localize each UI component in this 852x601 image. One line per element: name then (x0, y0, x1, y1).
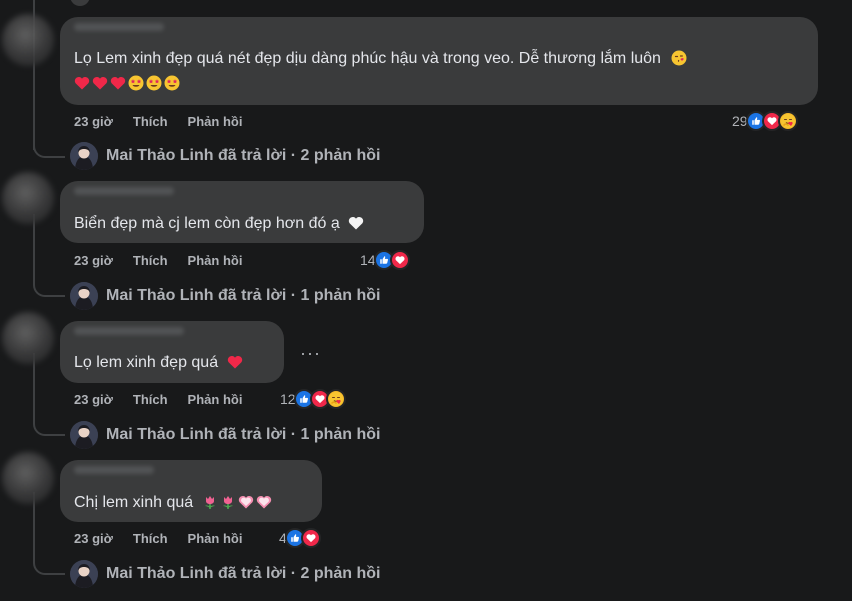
comment-actions: 23 giờ Thích Phản hồi (74, 253, 242, 268)
comment-text: Lọ Lem xinh đẹp quá nét đẹp dịu dàng phú… (74, 47, 689, 71)
like-button[interactable]: Thích (133, 392, 168, 407)
replies-summary: Mai Thảo Linh đã trả lời · 1 phản hồi (106, 426, 381, 443)
comment-bubble: Lọ Lem xinh đẹp quá nét đẹp dịu dàng phú… (60, 17, 818, 105)
comment-actions: 23 giờ Thích Phản hồi (74, 392, 242, 407)
star-struck-icon (128, 75, 144, 91)
reaction-summary[interactable]: 12 (280, 389, 346, 409)
comment-time[interactable]: 23 giờ (74, 531, 113, 546)
replies-summary: Mai Thảo Linh đã trả lời · 2 phản hồi (106, 565, 381, 582)
replies-summary: Mai Thảo Linh đã trả lời · 1 phản hồi (106, 287, 381, 304)
reply-button[interactable]: Phản hồi (188, 392, 243, 407)
care-reaction-icon (777, 111, 798, 131)
view-replies-link[interactable]: Mai Thảo Linh đã trả lời · 1 phản hồi (70, 421, 381, 449)
commenter-avatar[interactable] (2, 14, 54, 66)
thread-line (33, 353, 35, 423)
comment-text: Biển đẹp mà cj lem còn đẹp hơn đó ạ (74, 212, 366, 236)
red-heart-icon (110, 75, 126, 91)
red-heart-icon (227, 354, 243, 370)
star-struck-icon (146, 75, 162, 91)
pink-heart-icon (256, 494, 272, 510)
comment-actions: 23 giờ Thích Phản hồi (74, 114, 242, 129)
thread-connector (33, 279, 65, 297)
more-options-button[interactable]: ··· (300, 343, 321, 364)
comment-actions: 23 giờ Thích Phản hồi (74, 531, 242, 546)
thread-connector (33, 140, 65, 158)
avatar (70, 560, 98, 588)
comment-bubble: Lọ lem xinh đẹp quá (60, 321, 284, 383)
commenter-name[interactable] (74, 23, 164, 31)
comment-time[interactable]: 23 giờ (74, 392, 113, 407)
avatar (70, 142, 98, 170)
avatar (70, 0, 90, 6)
comment-text: Lọ lem xinh đẹp quá (74, 351, 245, 375)
like-button[interactable]: Thích (133, 114, 168, 129)
comment-time[interactable]: 23 giờ (74, 253, 113, 268)
comment-emoji-line (74, 72, 182, 96)
view-replies-link[interactable]: Mai Thảo Linh đã trả lời · 1 phản hồi (70, 282, 381, 310)
reply-button[interactable]: Phản hồi (188, 114, 243, 129)
tulip-icon (202, 494, 218, 510)
comment-time[interactable]: 23 giờ (74, 114, 113, 129)
reaction-summary[interactable]: 29 (732, 111, 798, 131)
reaction-summary[interactable]: 14 (360, 250, 410, 270)
like-button[interactable]: Thích (133, 253, 168, 268)
thread-connector (33, 557, 65, 575)
commenter-name[interactable] (74, 466, 154, 474)
avatar (70, 282, 98, 310)
reply-button[interactable]: Phản hồi (188, 531, 243, 546)
kissing-face-icon (671, 50, 687, 66)
pink-heart-icon (238, 494, 254, 510)
tulip-icon (220, 494, 236, 510)
comment-bubble: Chị lem xinh quá (60, 460, 322, 522)
commenter-avatar[interactable] (2, 172, 54, 224)
view-replies-link[interactable]: Mai Thảo Linh đã trả lời · 2 phản hồi (70, 560, 381, 588)
like-button[interactable]: Thích (133, 531, 168, 546)
reaction-summary[interactable]: 4 (279, 528, 321, 548)
commenter-name[interactable] (74, 327, 184, 335)
love-reaction-icon (389, 250, 410, 270)
comment-text: Chị lem xinh quá (74, 491, 274, 515)
commenter-name[interactable] (74, 187, 174, 195)
thread-line (33, 214, 35, 284)
star-struck-icon (164, 75, 180, 91)
love-reaction-icon (300, 528, 321, 548)
commenter-avatar[interactable] (2, 452, 54, 504)
white-heart-icon (348, 215, 364, 231)
care-reaction-icon (325, 389, 346, 409)
comment-bubble: Biển đẹp mà cj lem còn đẹp hơn đó ạ (60, 181, 424, 243)
avatar (70, 421, 98, 449)
thread-connector (33, 418, 65, 436)
commenter-avatar[interactable] (2, 312, 54, 364)
replies-summary: Mai Thảo Linh đã trả lời · 2 phản hồi (106, 147, 381, 164)
red-heart-icon (92, 75, 108, 91)
reply-button[interactable]: Phản hồi (188, 253, 243, 268)
red-heart-icon (74, 75, 90, 91)
view-replies-link[interactable]: Mai Thảo Linh đã trả lời · 2 phản hồi (70, 142, 381, 170)
